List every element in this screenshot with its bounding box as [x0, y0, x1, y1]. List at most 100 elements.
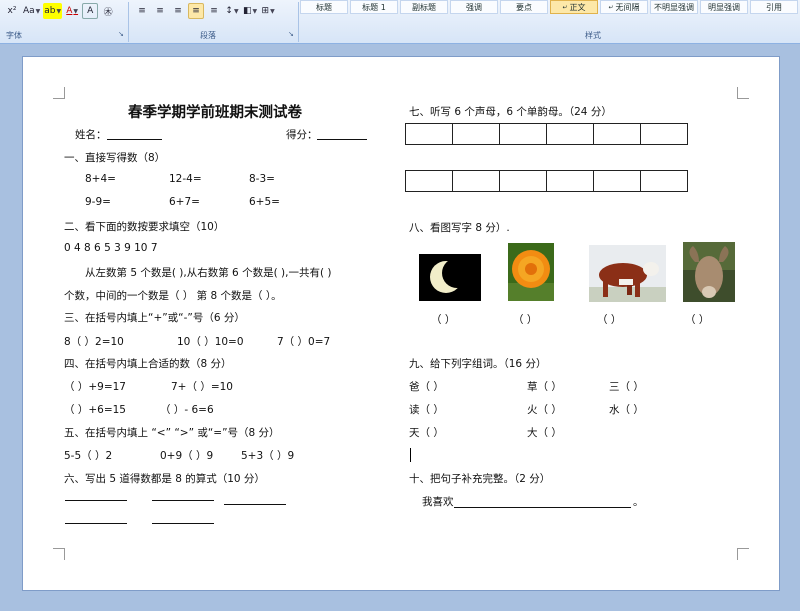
- align-left-button[interactable]: ≡: [134, 3, 150, 19]
- style-emphasis[interactable]: 强调: [450, 0, 498, 14]
- answer-blank: [152, 500, 214, 501]
- s5-item: 0+9（ ）9: [160, 450, 214, 462]
- s1-item: 6+7=: [169, 196, 200, 208]
- sheep-image: [683, 242, 735, 302]
- s1-item: 6+5=: [249, 196, 280, 208]
- align-right-button[interactable]: ≡: [170, 3, 186, 19]
- font-dialog-launcher-icon[interactable]: ↘: [118, 30, 124, 38]
- dictation-cell[interactable]: [546, 170, 594, 192]
- dictation-cell[interactable]: [405, 170, 453, 192]
- moon-image: [419, 254, 481, 301]
- s9-item: 火（ ）: [527, 404, 562, 416]
- section-1-heading: 一、直接写得数（8）: [64, 152, 166, 164]
- s1-item: 12-4=: [169, 173, 202, 185]
- distributed-button[interactable]: ≡: [206, 3, 222, 19]
- dictation-cell[interactable]: [499, 123, 547, 145]
- chevron-down-icon: ▼: [252, 7, 258, 15]
- s9-item: 大（ ）: [527, 427, 562, 439]
- answer-blank: [224, 504, 286, 505]
- borders-button[interactable]: ⊞ ▼: [260, 3, 276, 19]
- s9-item: 三（ ）: [609, 381, 644, 393]
- align-center-button[interactable]: ≡: [152, 3, 168, 19]
- chevron-down-icon: ▼: [35, 7, 41, 15]
- change-case-label: Aa: [23, 6, 35, 16]
- s1-item: 8+4=: [85, 173, 116, 185]
- chevron-down-icon: ▼: [233, 7, 239, 15]
- answer-blank: [65, 500, 127, 501]
- s5-item: 5+3（ ）9: [241, 450, 295, 462]
- style-normal[interactable]: ↵ 正文: [550, 0, 598, 14]
- s9-item: 爸（ ）: [409, 381, 444, 393]
- superscript-button[interactable]: x²: [4, 3, 20, 19]
- section-6-heading: 六、写出 5 道得数都是 8 的算式（10 分）: [64, 473, 265, 485]
- change-case-button[interactable]: Aa ▼: [22, 3, 41, 19]
- section-7-heading: 七、听写 6 个声母，6 个单韵母。（24 分）: [409, 106, 612, 118]
- crop-mark: [737, 548, 749, 560]
- s3-item: 7（ ）0=7: [277, 336, 331, 348]
- highlight-label: ab: [44, 6, 56, 16]
- crop-mark: [53, 548, 65, 560]
- style-quote[interactable]: 引用: [750, 0, 798, 14]
- font-group-label: 字体: [6, 31, 22, 40]
- style-subtitle[interactable]: 副标题: [400, 0, 448, 14]
- score-blank: [317, 139, 367, 140]
- dictation-cell[interactable]: [593, 170, 641, 192]
- s10-sentence-end: 。: [633, 496, 644, 508]
- font-color-button[interactable]: A ▼: [64, 3, 80, 19]
- style-subtle-emphasis[interactable]: 不明显强调: [650, 0, 698, 14]
- style-intense-emphasis[interactable]: 明显强调: [700, 0, 748, 14]
- font-toolbar: x² Aa ▼ ab ▼ A ▼ A ㊍: [4, 3, 118, 19]
- dictation-cell[interactable]: [452, 123, 500, 145]
- crop-mark: [53, 87, 65, 99]
- s1-item: 8-3=: [249, 173, 275, 185]
- style-no-spacing-label: 无间隔: [615, 2, 640, 12]
- char-shading-button[interactable]: A: [82, 3, 99, 19]
- chevron-down-icon: ▼: [56, 7, 62, 15]
- exam-title: 春季学期学前班期末测试卷: [128, 104, 302, 121]
- section-4-heading: 四、在括号内填上合适的数（8 分）: [64, 358, 232, 370]
- shading-icon: ◧: [243, 6, 252, 16]
- name-label: 姓名：: [75, 129, 107, 141]
- dictation-cell[interactable]: [405, 123, 453, 145]
- s4-item: （ ）+9=17: [64, 381, 126, 393]
- dictation-cell[interactable]: [640, 170, 688, 192]
- borders-icon: ⊞: [261, 6, 270, 16]
- dictation-cell[interactable]: [546, 123, 594, 145]
- line-spacing-button[interactable]: ↕ ▼: [224, 3, 240, 19]
- enclose-char-button[interactable]: ㊍: [100, 3, 116, 19]
- paragraph-toolbar: ≡ ≡ ≡ ≡ ≡ ↕ ▼ ◧ ▼ ⊞ ▼: [134, 3, 278, 19]
- s2-number-list: 0 4 8 6 5 3 9 10 7: [64, 242, 158, 254]
- name-blank: [107, 139, 162, 140]
- paragraph-dialog-launcher-icon[interactable]: ↘: [288, 30, 294, 38]
- shading-button[interactable]: ◧ ▼: [242, 3, 258, 19]
- ribbon: x² Aa ▼ ab ▼ A ▼ A ㊍ ≡ ≡ ≡ ≡ ≡ ↕ ▼ ◧ ▼ ⊞ ▼ 字体 …: [0, 0, 800, 44]
- section-3-heading: 三、在括号内填上“+”或“-”号（6 分）: [64, 312, 245, 324]
- justify-button[interactable]: ≡: [188, 3, 204, 19]
- styles-group-label: 样式: [585, 31, 601, 40]
- answer-blank: [152, 523, 214, 524]
- paragraph-group-label: 段落: [200, 31, 216, 40]
- s3-item: 10（ ）10=0: [177, 336, 244, 348]
- styles-gallery: 标题 标题 1 副标题 强调 要点 ↵ 正文 ↵ 无间隔 不明显强调 明显强调 引用: [300, 0, 800, 14]
- s10-sentence-start: 我喜欢: [422, 496, 454, 508]
- section-8-heading: 八、看图写字 8 分）.: [409, 222, 510, 234]
- highlight-button[interactable]: ab ▼: [43, 3, 63, 19]
- style-heading[interactable]: 标题: [300, 0, 348, 14]
- section-2-heading: 二、看下面的数按要求填空（10）: [64, 221, 225, 233]
- dictation-cell[interactable]: [640, 123, 688, 145]
- dictation-cell[interactable]: [499, 170, 547, 192]
- paragraph-mark-icon: ↵: [562, 3, 568, 11]
- dictation-grid-row-2: [405, 170, 688, 192]
- cow-image: [589, 245, 666, 302]
- group-separator: [298, 2, 299, 42]
- document-page[interactable]: 春季学期学前班期末测试卷 姓名： 得分： 一、直接写得数（8） 8+4= 12-…: [22, 56, 780, 591]
- dictation-grid-row-1: [405, 123, 688, 145]
- dictation-cell[interactable]: [593, 123, 641, 145]
- style-heading-1[interactable]: 标题 1: [350, 0, 398, 14]
- dictation-cell[interactable]: [452, 170, 500, 192]
- style-no-spacing[interactable]: ↵ 无间隔: [600, 0, 648, 14]
- style-strong[interactable]: 要点: [500, 0, 548, 14]
- s8-answer: （ ）: [513, 314, 538, 326]
- s1-item: 9-9=: [85, 196, 111, 208]
- s4-item: （ ）+6=15: [64, 404, 126, 416]
